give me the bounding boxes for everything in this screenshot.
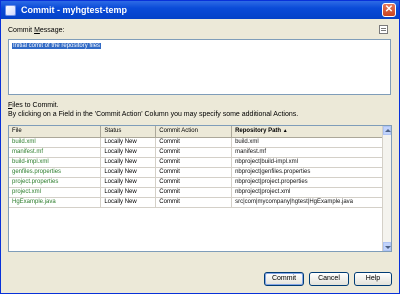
repository-path-cell: nbproject|project.xml xyxy=(231,187,383,198)
table-row[interactable]: genfiles.properties Locally New Commit n… xyxy=(9,167,383,178)
status-cell: Locally New xyxy=(100,157,157,168)
status-cell: Locally New xyxy=(100,187,157,198)
netbeans-app-icon xyxy=(5,4,16,16)
file-cell: manifest.mf xyxy=(9,147,102,158)
column-header-commit-action[interactable]: Commit Action xyxy=(155,126,233,138)
column-header-repository-path[interactable]: Repository Path ▲ xyxy=(231,126,383,138)
status-cell: Locally New xyxy=(100,147,157,158)
column-header-file[interactable]: File xyxy=(9,126,102,138)
table-row[interactable]: build.xml Locally New Commit build.xml xyxy=(9,137,383,148)
repository-path-cell: nbproject|genfiles.properties xyxy=(231,167,383,178)
repository-path-cell: manifest.mf xyxy=(231,147,383,158)
status-cell: Locally New xyxy=(100,177,157,188)
repository-path-cell: build.xml xyxy=(231,137,383,148)
help-button[interactable]: Help xyxy=(354,272,392,286)
scroll-down-icon[interactable] xyxy=(383,242,391,251)
table-row[interactable]: manifest.mf Locally New Commit manifest.… xyxy=(9,147,383,158)
file-cell: HgExample.java xyxy=(9,197,102,208)
commit-action-cell[interactable]: Commit xyxy=(155,197,233,208)
column-header-status[interactable]: Status xyxy=(100,126,157,138)
commit-action-cell[interactable]: Commit xyxy=(155,177,233,188)
commit-dialog: Commit - myhgtest-temp ✕ Commit Message:… xyxy=(0,0,400,294)
window-title: Commit - myhgtest-temp xyxy=(21,5,128,15)
files-hint-text: By clicking on a Field in the 'Commit Ac… xyxy=(8,111,299,118)
close-button[interactable]: ✕ xyxy=(382,3,396,17)
files-table[interactable]: File Status Commit Action Repository Pat… xyxy=(8,125,392,252)
table-vertical-scrollbar[interactable] xyxy=(382,126,391,251)
repository-path-cell: src|com|mycompany|hgtest|HgExample.java xyxy=(231,197,383,208)
file-cell: genfiles.properties xyxy=(9,167,102,178)
repository-path-cell: nbproject|project.properties xyxy=(231,177,383,188)
commit-message-text: Initial comit of the repository files xyxy=(12,43,102,49)
file-cell: build-impl.xml xyxy=(9,157,102,168)
status-cell: Locally New xyxy=(100,137,157,148)
status-cell: Locally New xyxy=(100,167,157,178)
status-cell: Locally New xyxy=(100,197,157,208)
table-row[interactable]: project.properties Locally New Commit nb… xyxy=(9,177,383,188)
commit-button[interactable]: Commit xyxy=(264,272,304,286)
commit-action-cell[interactable]: Commit xyxy=(155,137,233,148)
table-row[interactable]: build-impl.xml Locally New Commit nbproj… xyxy=(9,157,383,168)
commit-action-cell[interactable]: Commit xyxy=(155,167,233,178)
table-row[interactable]: project.xml Locally New Commit nbproject… xyxy=(9,187,383,198)
column-header-repository-path-label: Repository Path xyxy=(235,128,282,135)
repository-path-cell: nbproject|build-impl.xml xyxy=(231,157,383,168)
file-cell: build.xml xyxy=(9,137,102,148)
file-cell: project.xml xyxy=(9,187,102,198)
commit-action-cell[interactable]: Commit xyxy=(155,147,233,158)
table-row[interactable]: HgExample.java Locally New Commit src|co… xyxy=(9,197,383,208)
scroll-up-icon[interactable] xyxy=(383,126,391,135)
table-header-row: File Status Commit Action Repository Pat… xyxy=(9,126,383,138)
commit-message-textarea[interactable]: Initial comit of the repository files xyxy=(8,39,391,95)
file-cell: project.properties xyxy=(9,177,102,188)
commit-action-cell[interactable]: Commit xyxy=(155,187,233,198)
cancel-button[interactable]: Cancel xyxy=(309,272,349,286)
sort-ascending-icon: ▲ xyxy=(282,128,288,135)
commit-message-label: Commit Message: xyxy=(8,27,65,34)
recent-messages-icon[interactable] xyxy=(379,25,388,34)
title-bar[interactable]: Commit - myhgtest-temp ✕ xyxy=(1,1,399,19)
files-to-commit-label: Files to Commit. xyxy=(8,102,59,109)
commit-action-cell[interactable]: Commit xyxy=(155,157,233,168)
